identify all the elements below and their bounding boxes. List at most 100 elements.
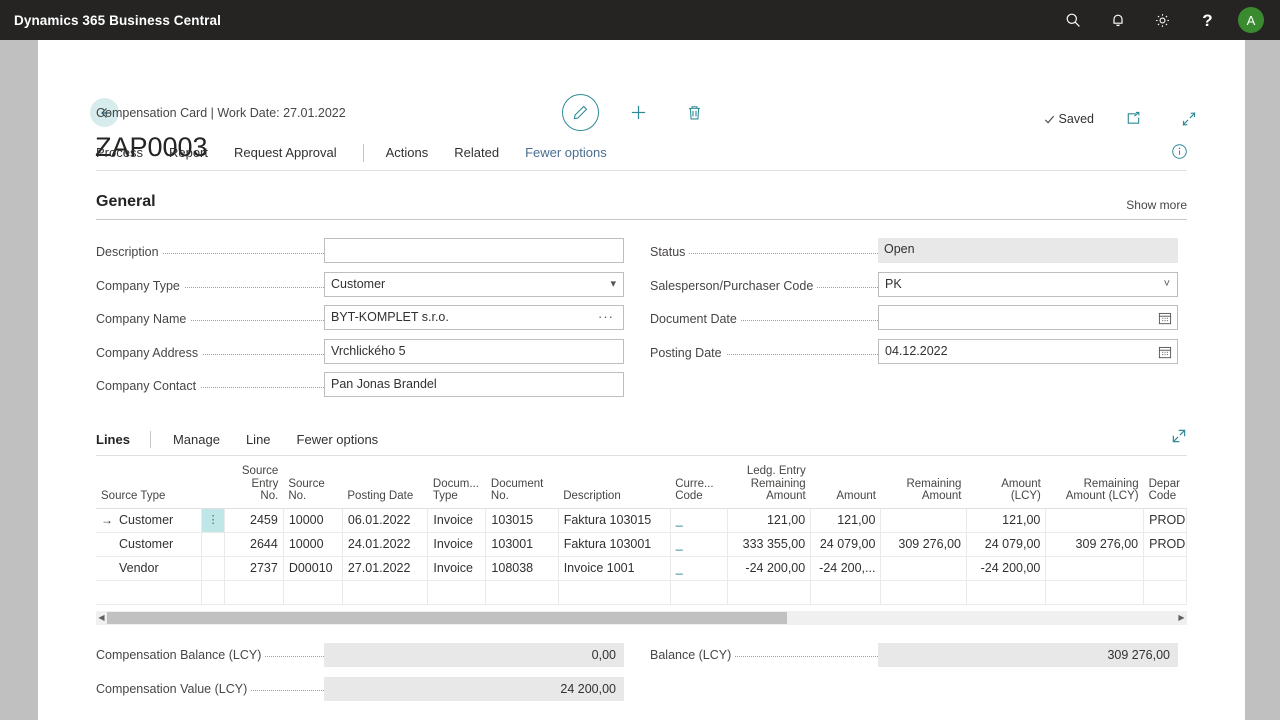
- cell-amount[interactable]: 121,00: [811, 508, 881, 532]
- search-icon[interactable]: [1050, 0, 1095, 40]
- cell-posting_date[interactable]: 06.01.2022: [342, 508, 428, 532]
- chevron-down-icon[interactable]: ˅: [1164, 273, 1170, 296]
- cell-ledg_remaining[interactable]: [727, 580, 810, 604]
- cell-remaining_amount[interactable]: [881, 556, 967, 580]
- cell-source_no[interactable]: 10000: [283, 532, 342, 556]
- cell-source_type[interactable]: →Customer: [96, 508, 202, 532]
- ribbon-item-related[interactable]: Related: [454, 145, 499, 160]
- column-header-source_no[interactable]: SourceNo.: [283, 463, 342, 508]
- row-menu-cell[interactable]: ⋮: [202, 508, 224, 532]
- cell-source_type[interactable]: Vendor: [96, 556, 202, 580]
- table-row[interactable]: →Customer⋮24591000006.01.2022Invoice1030…: [96, 508, 1187, 532]
- table-row-new[interactable]: [96, 580, 1187, 604]
- cell-amount[interactable]: -24 200,...: [811, 556, 881, 580]
- cell-remaining_amount[interactable]: 309 276,00: [881, 532, 967, 556]
- ribbon-item-actions[interactable]: Actions: [386, 145, 429, 160]
- cell-document_type[interactable]: Invoice: [428, 556, 486, 580]
- cell-currency_code[interactable]: _: [670, 508, 727, 532]
- cell-remaining_amount[interactable]: [881, 508, 967, 532]
- lines-menu-fewer-options[interactable]: Fewer options: [297, 432, 379, 447]
- scrollbar-thumb[interactable]: [107, 612, 787, 624]
- lines-menu-line[interactable]: Line: [246, 432, 271, 447]
- cell-source_no[interactable]: 10000: [283, 508, 342, 532]
- cell-department_code[interactable]: [1144, 556, 1187, 580]
- cell-currency_code[interactable]: _: [670, 532, 727, 556]
- ribbon-item-request-approval[interactable]: Request Approval: [234, 145, 337, 160]
- company-name-input[interactable]: BYT-KOMPLET s.r.o. ···: [324, 305, 624, 330]
- cell-source_no[interactable]: D00010: [283, 556, 342, 580]
- info-icon[interactable]: [1171, 143, 1188, 163]
- company-address-input[interactable]: Vrchlického 5: [324, 339, 624, 364]
- cell-currency_code[interactable]: _: [670, 556, 727, 580]
- salesperson-code-input[interactable]: PK ˅: [878, 272, 1178, 297]
- cell-amount_lcy[interactable]: [966, 580, 1045, 604]
- cell-remaining_amount_lcy[interactable]: [1046, 580, 1144, 604]
- table-row[interactable]: Vendor 2737D0001027.01.2022Invoice108038I…: [96, 556, 1187, 580]
- delete-icon[interactable]: [677, 96, 711, 130]
- cell-description[interactable]: Faktura 103001: [558, 532, 670, 556]
- row-menu-cell[interactable]: [202, 532, 224, 556]
- avatar[interactable]: A: [1238, 7, 1264, 33]
- lookup-ellipsis-icon[interactable]: ···: [598, 306, 614, 327]
- column-header-menu[interactable]: [202, 463, 224, 508]
- gear-icon[interactable]: [1140, 0, 1185, 40]
- cell-source_entry_no[interactable]: 2459: [224, 508, 283, 532]
- cell-amount_lcy[interactable]: 24 079,00: [966, 532, 1045, 556]
- row-menu-cell[interactable]: [202, 556, 224, 580]
- open-in-new-window-icon[interactable]: [1116, 102, 1150, 136]
- column-header-document_type[interactable]: Docum...Type: [428, 463, 486, 508]
- column-header-posting_date[interactable]: Posting Date: [342, 463, 428, 508]
- show-more-link[interactable]: Show more: [1126, 198, 1187, 212]
- cell-ledg_remaining[interactable]: -24 200,00: [727, 556, 810, 580]
- posting-date-input[interactable]: 04.12.2022: [878, 339, 1178, 364]
- cell-remaining_amount_lcy[interactable]: 309 276,00: [1046, 532, 1144, 556]
- row-options-icon[interactable]: ⋮: [207, 515, 218, 525]
- cell-menu[interactable]: [202, 580, 224, 604]
- cell-source_type[interactable]: Customer: [96, 532, 202, 556]
- column-header-amount[interactable]: Amount: [811, 463, 881, 508]
- cell-description[interactable]: Invoice 1001: [558, 556, 670, 580]
- horizontal-scrollbar[interactable]: ◀ ▶: [96, 611, 1187, 625]
- document-date-input[interactable]: [878, 305, 1178, 330]
- cell-remaining_amount_lcy[interactable]: [1046, 508, 1144, 532]
- column-header-source_entry_no[interactable]: SourceEntryNo.: [224, 463, 283, 508]
- lines-menu-manage[interactable]: Manage: [173, 432, 220, 447]
- cell-amount[interactable]: [811, 580, 881, 604]
- column-header-ledg_remaining[interactable]: Ledg. EntryRemainingAmount: [727, 463, 810, 508]
- collapse-icon[interactable]: [1172, 102, 1206, 136]
- cell-source_type[interactable]: [96, 580, 202, 604]
- cell-source_entry_no[interactable]: 2737: [224, 556, 283, 580]
- cell-ledg_remaining[interactable]: 333 355,00: [727, 532, 810, 556]
- cell-department_code[interactable]: PROD: [1144, 508, 1187, 532]
- cell-currency_code[interactable]: [670, 580, 727, 604]
- help-icon[interactable]: ?: [1185, 0, 1230, 40]
- expand-lines-icon[interactable]: [1171, 428, 1187, 447]
- column-header-document_no[interactable]: DocumentNo.: [486, 463, 558, 508]
- cell-description[interactable]: Faktura 103015: [558, 508, 670, 532]
- cell-amount_lcy[interactable]: -24 200,00: [966, 556, 1045, 580]
- cell-posting_date[interactable]: 24.01.2022: [342, 532, 428, 556]
- cell-remaining_amount_lcy[interactable]: [1046, 556, 1144, 580]
- cell-posting_date[interactable]: [342, 580, 428, 604]
- description-input[interactable]: [324, 238, 624, 263]
- cell-source_entry_no[interactable]: [224, 580, 283, 604]
- company-type-select[interactable]: Customer ▾: [324, 272, 624, 297]
- cell-description[interactable]: [558, 580, 670, 604]
- column-header-department_code[interactable]: DeparCode: [1144, 463, 1187, 508]
- calendar-icon[interactable]: [1158, 344, 1172, 367]
- cell-document_no[interactable]: [486, 580, 558, 604]
- cell-amount_lcy[interactable]: 121,00: [966, 508, 1045, 532]
- calendar-icon[interactable]: [1158, 310, 1172, 333]
- cell-document_no[interactable]: 103015: [486, 508, 558, 532]
- ribbon-item-process[interactable]: Process: [96, 145, 143, 160]
- cell-source_entry_no[interactable]: 2644: [224, 532, 283, 556]
- cell-document_type[interactable]: Invoice: [428, 532, 486, 556]
- cell-department_code[interactable]: [1144, 580, 1187, 604]
- cell-posting_date[interactable]: 27.01.2022: [342, 556, 428, 580]
- chevron-down-icon[interactable]: ▾: [610, 273, 616, 296]
- cell-document_no[interactable]: 108038: [486, 556, 558, 580]
- column-header-remaining_amount_lcy[interactable]: RemainingAmount (LCY): [1046, 463, 1144, 508]
- cell-document_no[interactable]: 103001: [486, 532, 558, 556]
- cell-remaining_amount[interactable]: [881, 580, 967, 604]
- scroll-left-icon[interactable]: ◀: [96, 613, 107, 622]
